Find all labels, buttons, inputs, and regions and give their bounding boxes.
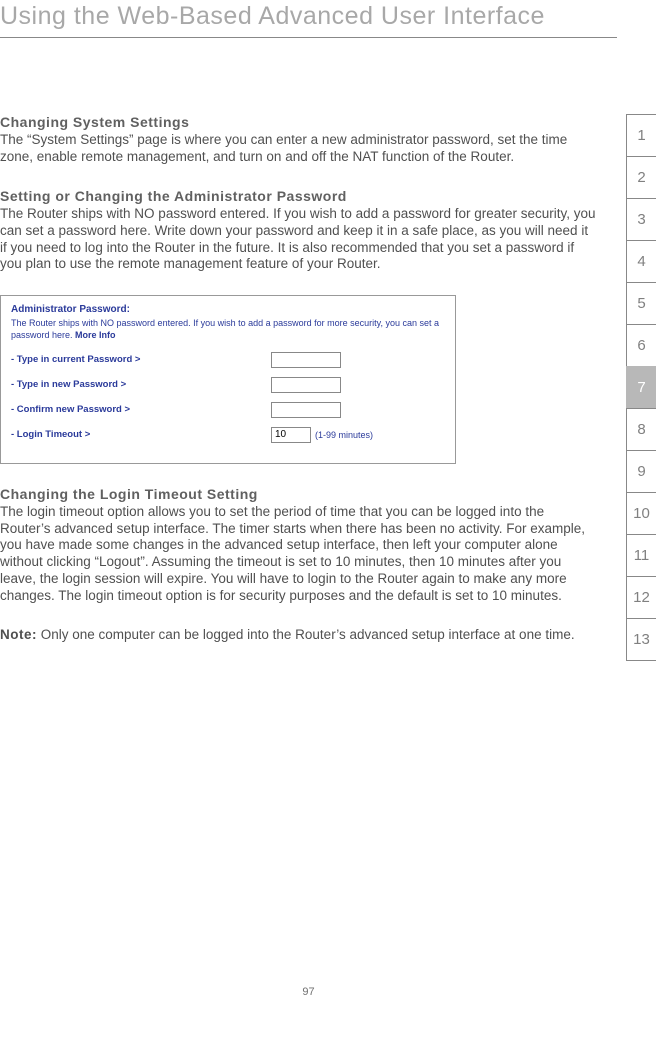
section-tabs: 1 2 3 4 5 6 7 8 9 10 11 12 13	[626, 114, 656, 660]
page-title: Using the Web-Based Advanced User Interf…	[0, 0, 617, 38]
screenshot-title: Administrator Password:	[11, 304, 445, 315]
tab-8[interactable]: 8	[626, 408, 656, 451]
tab-1[interactable]: 1	[626, 114, 656, 157]
row-login-timeout: - Login Timeout > (1-99 minutes)	[11, 424, 445, 446]
note-body: Only one computer can be logged into the…	[37, 627, 575, 642]
tab-13[interactable]: 13	[626, 618, 656, 661]
tab-10[interactable]: 10	[626, 492, 656, 535]
tab-5[interactable]: 5	[626, 282, 656, 325]
tab-7[interactable]: 7	[626, 366, 656, 409]
heading-system-settings: Changing System Settings	[0, 114, 597, 130]
more-info-link[interactable]: More Info	[75, 330, 116, 340]
admin-password-screenshot: Administrator Password: The Router ships…	[0, 295, 456, 463]
input-confirm-password[interactable]	[271, 402, 341, 418]
row-current-password: - Type in current Password >	[11, 349, 445, 371]
tab-12[interactable]: 12	[626, 576, 656, 619]
body-admin-password: The Router ships with NO password entere…	[0, 206, 597, 274]
tab-4[interactable]: 4	[626, 240, 656, 283]
tab-9[interactable]: 9	[626, 450, 656, 493]
tab-6[interactable]: 6	[626, 324, 656, 367]
screenshot-desc: The Router ships with NO password entere…	[11, 318, 445, 341]
input-current-password[interactable]	[271, 352, 341, 368]
input-login-timeout[interactable]	[271, 427, 311, 443]
heading-admin-password: Setting or Changing the Administrator Pa…	[0, 188, 597, 204]
label-current-password: - Type in current Password >	[11, 354, 271, 365]
body-system-settings: The “System Settings” page is where you …	[0, 132, 597, 166]
label-new-password: - Type in new Password >	[11, 379, 271, 390]
tab-3[interactable]: 3	[626, 198, 656, 241]
note-paragraph: Note: Only one computer can be logged in…	[0, 627, 597, 644]
heading-login-timeout: Changing the Login Timeout Setting	[0, 486, 597, 502]
input-new-password[interactable]	[271, 377, 341, 393]
page-number: 97	[0, 986, 617, 998]
label-confirm-password: - Confirm new Password >	[11, 404, 271, 415]
tab-2[interactable]: 2	[626, 156, 656, 199]
tab-11[interactable]: 11	[626, 534, 656, 577]
row-confirm-password: - Confirm new Password >	[11, 399, 445, 421]
note-label: Note:	[0, 627, 37, 642]
main-content: Changing System Settings The “System Set…	[0, 38, 657, 644]
body-login-timeout: The login timeout option allows you to s…	[0, 504, 597, 605]
label-login-timeout: - Login Timeout >	[11, 429, 271, 440]
timeout-suffix: (1-99 minutes)	[315, 430, 373, 440]
row-new-password: - Type in new Password >	[11, 374, 445, 396]
